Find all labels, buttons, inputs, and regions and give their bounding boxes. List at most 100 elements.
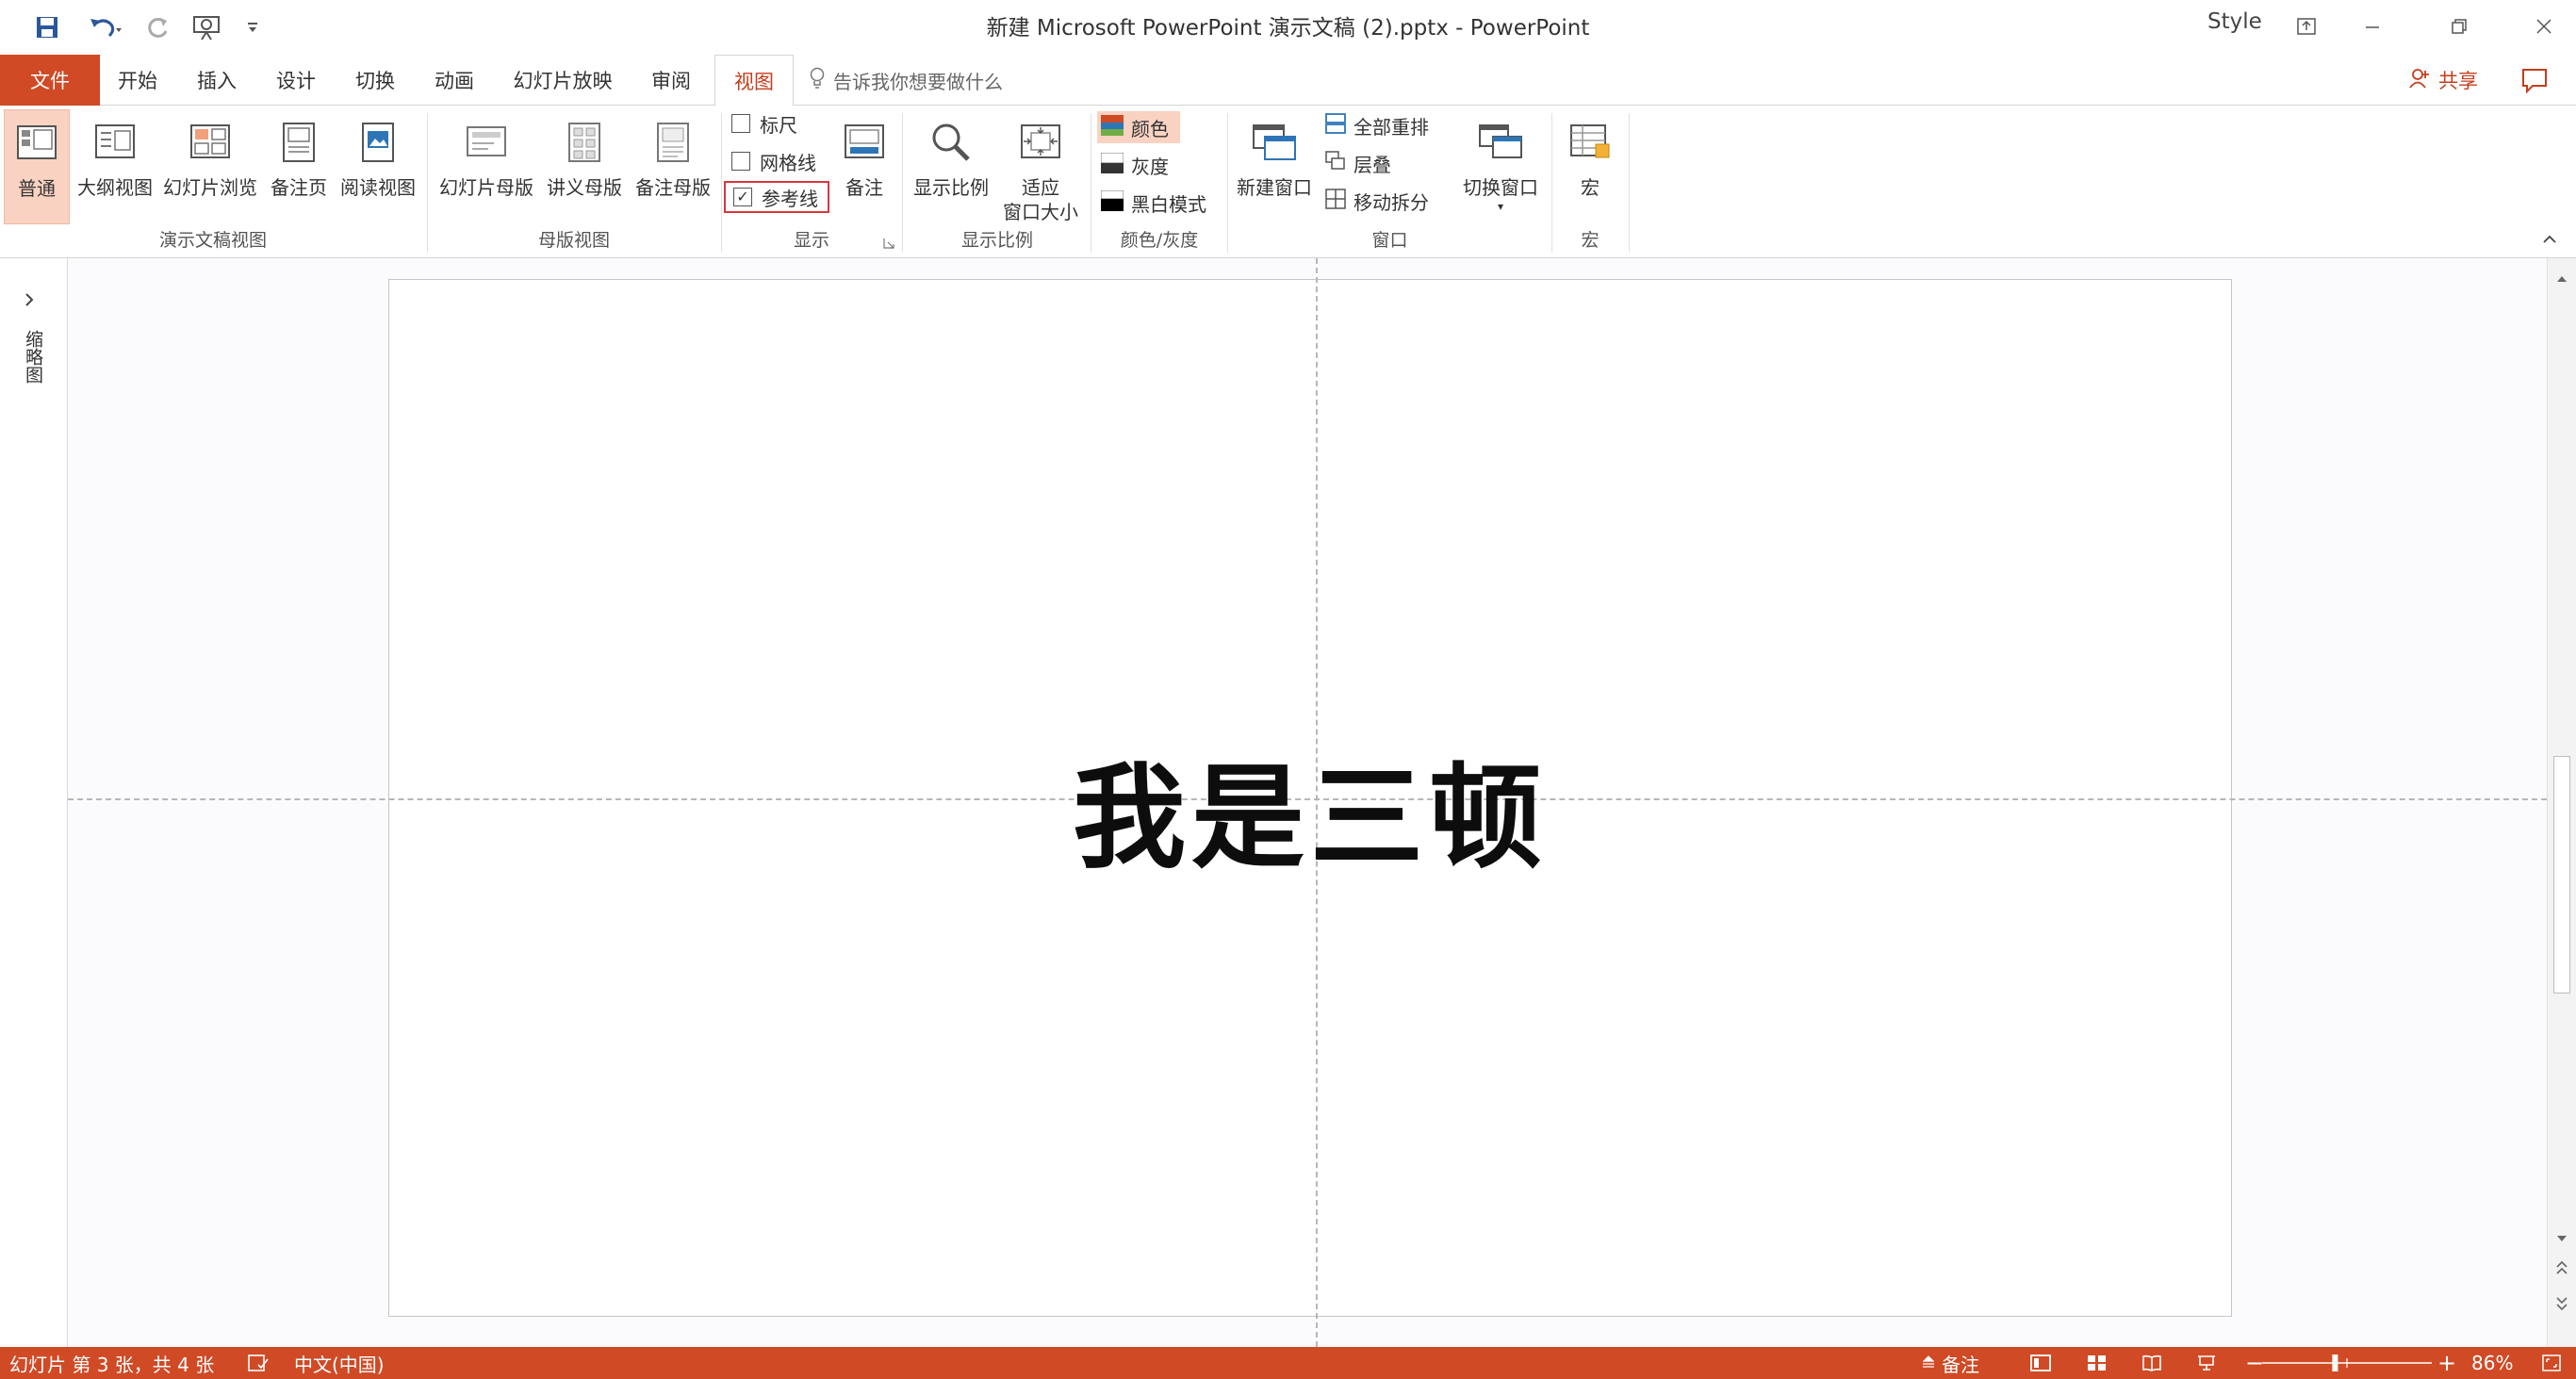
tab-animations[interactable]: 动画 bbox=[424, 55, 484, 106]
color-swatch-icon bbox=[1101, 114, 1124, 140]
share-button[interactable]: 共享 bbox=[2408, 55, 2478, 106]
reading-view-button[interactable]: 阅读视图 bbox=[336, 109, 420, 224]
outline-view-icon bbox=[94, 109, 136, 175]
zoom-slider[interactable] bbox=[2262, 1347, 2432, 1379]
notes-master-button[interactable]: 备注母版 bbox=[630, 109, 716, 224]
thumbnails-pane-collapsed[interactable]: 缩略图 bbox=[0, 258, 68, 1347]
gridlines-label: 网格线 bbox=[760, 151, 816, 174]
fit-to-window-label-2: 窗口大小 bbox=[1003, 201, 1078, 223]
ruler-check-box[interactable] bbox=[731, 114, 750, 133]
tab-review[interactable]: 审阅 bbox=[641, 55, 701, 106]
tab-slideshow[interactable]: 幻灯片放映 bbox=[503, 55, 622, 106]
notes-toggle-button[interactable]: 备注 bbox=[1921, 1347, 1979, 1379]
notes-label: 备注 bbox=[845, 176, 883, 199]
collapse-ribbon-icon[interactable] bbox=[2541, 232, 2558, 250]
style-label: Style bbox=[2207, 9, 2262, 34]
slide-text-box[interactable]: 我是三顿 bbox=[388, 726, 2232, 890]
reading-view-icon bbox=[357, 109, 399, 175]
tab-insert[interactable]: 插入 bbox=[187, 55, 247, 106]
normal-view-status-icon[interactable] bbox=[2030, 1347, 2051, 1379]
cascade-label: 层叠 bbox=[1354, 153, 1391, 176]
normal-view-button[interactable]: 普通 bbox=[4, 109, 70, 224]
switch-window-icon bbox=[1478, 109, 1523, 175]
new-window-label: 新建窗口 bbox=[1237, 176, 1312, 199]
fit-to-window-icon bbox=[1020, 109, 1061, 175]
guides-check-box[interactable]: ✓ bbox=[733, 188, 752, 206]
minimize-icon[interactable] bbox=[2339, 6, 2405, 47]
tab-view[interactable]: 视图 bbox=[714, 55, 794, 107]
zoom-in-icon[interactable]: + bbox=[2437, 1347, 2456, 1379]
new-window-button[interactable]: 新建窗口 bbox=[1231, 109, 1318, 224]
group-label-macros: 宏 bbox=[1581, 230, 1600, 251]
new-window-icon bbox=[1252, 109, 1297, 175]
notes-button[interactable]: 备注 bbox=[835, 109, 894, 224]
gridlines-checkbox[interactable]: 网格线 bbox=[731, 145, 816, 177]
notes-master-icon bbox=[654, 109, 692, 175]
switch-window-button[interactable]: 切换窗口 ▾ bbox=[1452, 109, 1550, 224]
scroll-down-icon[interactable] bbox=[2555, 1229, 2568, 1247]
notes-toggle-label: 备注 bbox=[1942, 1353, 1979, 1376]
macros-button[interactable]: 宏 bbox=[1557, 109, 1623, 224]
fit-to-window-button[interactable]: 适应 窗口大小 bbox=[997, 109, 1084, 224]
tell-me-box[interactable]: 告诉我你想要做什么 bbox=[809, 55, 1003, 106]
arrange-all-button[interactable]: 全部重排 bbox=[1325, 109, 1429, 141]
next-slide-icon[interactable] bbox=[2555, 1295, 2568, 1316]
cascade-button[interactable]: 层叠 bbox=[1325, 147, 1391, 179]
person-icon bbox=[2408, 67, 2431, 94]
slideshow-status-icon[interactable] bbox=[2196, 1347, 2217, 1379]
zoom-slider-track[interactable] bbox=[2262, 1347, 2432, 1379]
notes-page-icon bbox=[280, 109, 318, 175]
slide-sorter-status-icon[interactable] bbox=[2087, 1347, 2108, 1379]
group-separator bbox=[1629, 113, 1630, 253]
restore-icon[interactable] bbox=[2426, 6, 2492, 47]
scroll-up-icon[interactable] bbox=[2555, 270, 2568, 287]
tab-design[interactable]: 设计 bbox=[266, 55, 326, 106]
handout-master-button[interactable]: 讲义母版 bbox=[541, 109, 628, 224]
group-label-zoom: 显示比例 bbox=[960, 230, 1033, 251]
move-split-button[interactable]: 移动拆分 bbox=[1325, 185, 1429, 217]
notes-page-button[interactable]: 备注页 bbox=[266, 109, 332, 224]
tab-transitions[interactable]: 切换 bbox=[345, 55, 405, 106]
thumbnails-label: 缩略图 bbox=[23, 330, 43, 384]
show-dialog-launcher-icon[interactable] bbox=[882, 236, 895, 254]
color-button[interactable]: 颜色 bbox=[1097, 111, 1180, 143]
scroll-thumb[interactable] bbox=[2553, 756, 2570, 993]
zoom-level[interactable]: 86% bbox=[2471, 1347, 2513, 1379]
tab-home[interactable]: 开始 bbox=[107, 55, 168, 106]
zoom-button[interactable]: 显示比例 bbox=[907, 109, 995, 224]
slide-number-status: 幻灯片 第 3 张，共 4 张 bbox=[9, 1353, 215, 1376]
ruler-checkbox[interactable]: 标尺 bbox=[731, 107, 797, 140]
arrange-all-label: 全部重排 bbox=[1354, 115, 1429, 139]
group-label-presentation-views: 演示文稿视图 bbox=[158, 230, 267, 251]
macros-label: 宏 bbox=[1581, 176, 1600, 199]
expand-thumbnails-icon[interactable] bbox=[23, 292, 36, 311]
magnifier-icon bbox=[928, 109, 974, 175]
spell-check-icon[interactable] bbox=[247, 1347, 270, 1379]
close-icon[interactable] bbox=[2511, 6, 2576, 47]
gridlines-check-box[interactable] bbox=[731, 152, 750, 171]
outline-view-button[interactable]: 大纲视图 bbox=[74, 109, 156, 224]
guides-checkbox[interactable]: ✓ 参考线 bbox=[724, 181, 829, 213]
ribbon-tabs: 文件 开始 插入 设计 切换 动画 幻灯片放映 审阅 视图 告诉我你想要做什么 … bbox=[0, 55, 2576, 107]
grayscale-button[interactable]: 灰度 bbox=[1100, 149, 1169, 181]
black-white-swatch-icon bbox=[1100, 189, 1124, 216]
slide-master-button[interactable]: 幻灯片母版 bbox=[434, 109, 539, 224]
tab-file[interactable]: 文件 bbox=[0, 55, 100, 106]
black-white-button[interactable]: 黑白模式 bbox=[1100, 187, 1206, 219]
previous-slide-icon[interactable] bbox=[2555, 1259, 2568, 1280]
group-label-color: 颜色/灰度 bbox=[1120, 230, 1199, 251]
language-status[interactable]: 中文(中国) bbox=[294, 1347, 385, 1379]
fit-slide-icon[interactable] bbox=[2541, 1347, 2562, 1379]
outline-view-label: 大纲视图 bbox=[77, 176, 153, 199]
ribbon-display-options-icon[interactable] bbox=[2273, 6, 2339, 47]
notes-master-label: 备注母版 bbox=[635, 176, 711, 199]
zoom-slider-thumb[interactable] bbox=[2332, 1354, 2338, 1371]
notes-page-label: 备注页 bbox=[271, 176, 327, 199]
vertical-scrollbar[interactable] bbox=[2547, 258, 2576, 1347]
ruler-label: 标尺 bbox=[760, 113, 797, 137]
title-bar: 新建 Microsoft PowerPoint 演示文稿 (2).pptx - … bbox=[0, 0, 2576, 55]
comments-icon[interactable] bbox=[2519, 64, 2551, 96]
fit-to-window-label-1: 适应 bbox=[1022, 176, 1059, 199]
slide-sorter-button[interactable]: 幻灯片浏览 bbox=[160, 109, 260, 224]
reading-view-status-icon[interactable] bbox=[2141, 1347, 2162, 1379]
